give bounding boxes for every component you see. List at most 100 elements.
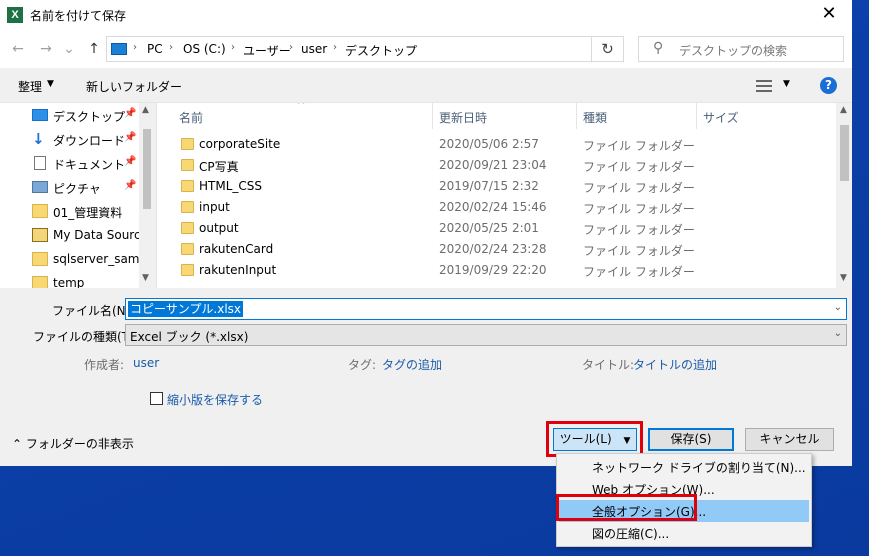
scrollbar-thumb[interactable] xyxy=(840,125,849,181)
filename-label: ファイル名(N): xyxy=(52,304,135,318)
menu-item-compress-pictures[interactable]: 図の圧縮(C)... xyxy=(559,522,809,544)
sidebar-item-label: ダウンロード xyxy=(53,134,126,148)
hide-folders-toggle[interactable]: ⌃ フォルダーの非表示 xyxy=(12,435,134,452)
up-button[interactable]: ↑ xyxy=(84,40,104,60)
sidebar-item-label: ピクチャ xyxy=(53,182,101,196)
sidebar-item-pictures[interactable]: ピクチャ 📌 xyxy=(32,177,155,199)
chevron-down-icon[interactable]: ⌄ xyxy=(834,302,842,313)
download-icon: ↓ xyxy=(32,130,45,148)
cancel-button[interactable]: キャンセル xyxy=(745,428,834,451)
menu-item-map-network-drive[interactable]: ネットワーク ドライブの割り当て(N)... xyxy=(559,456,809,478)
filetype-select[interactable]: Excel ブック (*.xlsx) ⌄ xyxy=(125,324,847,346)
file-list-scrollbar[interactable]: ▲ ▼ xyxy=(836,103,852,288)
sidebar-item-label: 01_管理資料 xyxy=(53,206,123,220)
folder-icon xyxy=(32,252,48,266)
search-input[interactable]: デスクトップの検索 xyxy=(679,42,787,59)
breadcrumb-separator: › xyxy=(333,42,337,53)
hide-folders-label: フォルダーの非表示 xyxy=(25,437,134,451)
filename-value[interactable]: コピーサンプル.xlsx xyxy=(128,301,244,317)
tags-label: タグ: xyxy=(348,358,377,372)
folder-icon xyxy=(181,201,194,213)
breadcrumb-separator: › xyxy=(289,42,293,53)
table-row[interactable]: rakutenInput 2019/09/29 22:20 ファイル フォルダー xyxy=(173,260,833,281)
forward-button[interactable]: → xyxy=(36,40,56,60)
breadcrumb-separator: › xyxy=(169,42,173,53)
sidebar-item-documents[interactable]: ドキュメント 📌 xyxy=(32,153,155,175)
picture-icon xyxy=(32,181,48,193)
desktop-icon xyxy=(32,109,48,121)
scroll-down-icon[interactable]: ▼ xyxy=(142,273,149,283)
help-icon: ? xyxy=(825,78,832,92)
sidebar-item-downloads[interactable]: ↓ ダウンロード 📌 xyxy=(32,129,155,151)
save-button[interactable]: 保存(S) xyxy=(648,428,734,451)
sidebar-item-folder[interactable]: temp xyxy=(32,273,155,288)
caret-down-icon[interactable]: ▼ xyxy=(783,79,790,89)
close-icon: ✕ xyxy=(821,3,837,24)
title-label: タイトル: xyxy=(582,358,635,372)
save-as-dialog: X 名前を付けて保存 ✕ ← → ⌄ ↑ › PC › OS (C:) › ユー… xyxy=(0,0,852,466)
new-folder-button[interactable]: 新しいフォルダー xyxy=(86,78,182,95)
table-row[interactable]: HTML_CSS 2019/07/15 2:32 ファイル フォルダー xyxy=(173,176,833,197)
breadcrumb-users[interactable]: ユーザー xyxy=(243,42,291,59)
breadcrumb-drive[interactable]: OS (C:) xyxy=(183,42,226,56)
help-button[interactable]: ? xyxy=(820,77,837,94)
table-row[interactable]: output 2020/05/25 2:01 ファイル フォルダー xyxy=(173,218,833,239)
column-header-size[interactable]: サイズ xyxy=(697,103,827,129)
pc-icon xyxy=(111,43,127,55)
column-header-type[interactable]: 種類 xyxy=(577,103,697,129)
folder-icon xyxy=(181,138,194,150)
scroll-up-icon[interactable]: ▲ xyxy=(840,105,847,115)
sidebar-item-label: ドキュメント xyxy=(53,158,126,172)
close-button[interactable]: ✕ xyxy=(806,0,852,30)
title-field[interactable]: タイトルの追加 xyxy=(633,356,717,373)
caret-down-icon: ▼ xyxy=(47,79,54,89)
breadcrumb-pc[interactable]: PC xyxy=(147,42,163,56)
author-field[interactable]: user xyxy=(133,356,159,370)
view-options-icon[interactable] xyxy=(756,80,772,92)
save-thumbnail-checkbox[interactable] xyxy=(150,392,163,405)
document-icon xyxy=(34,156,46,170)
recent-locations-button[interactable]: ⌄ xyxy=(62,40,76,60)
chevron-down-icon: ⌄ xyxy=(63,41,75,57)
sidebar-item-folder[interactable]: sqlserver_sample xyxy=(32,249,155,271)
annotation-highlight xyxy=(546,421,643,457)
arrow-right-icon: → xyxy=(40,41,52,57)
scroll-up-icon[interactable]: ▲ xyxy=(142,105,149,115)
filetype-label: ファイルの種類(T): xyxy=(33,330,138,344)
scroll-down-icon[interactable]: ▼ xyxy=(840,273,847,283)
column-header-date[interactable]: 更新日時 xyxy=(433,103,577,129)
search-box[interactable]: ⚲ デスクトップの検索 xyxy=(638,36,844,62)
search-icon: ⚲ xyxy=(653,40,664,56)
save-thumbnail-label[interactable]: 縮小版を保存する xyxy=(167,391,263,408)
address-bar[interactable]: › PC › OS (C:) › ユーザー › user › デスクトップ ▾ xyxy=(106,36,677,62)
breadcrumb-separator: › xyxy=(231,42,235,53)
title-bar: X 名前を付けて保存 ✕ xyxy=(0,0,852,30)
table-row[interactable]: CP写真 2020/09/21 23:04 ファイル フォルダー xyxy=(173,155,833,176)
navigation-bar: ← → ⌄ ↑ › PC › OS (C:) › ユーザー › user › デ… xyxy=(0,30,852,68)
pin-icon: 📌 xyxy=(124,108,137,119)
folder-icon xyxy=(181,222,194,234)
breadcrumb-desktop[interactable]: デスクトップ xyxy=(345,42,417,59)
column-header-name[interactable]: 名前 xyxy=(173,103,433,129)
sidebar-item-folder[interactable]: 01_管理資料 xyxy=(32,201,155,223)
refresh-button[interactable]: ↻ xyxy=(592,36,624,62)
file-list: ^ 名前 更新日時 種類 サイズ corporateSite 2020/05/0… xyxy=(156,102,852,288)
back-button[interactable]: ← xyxy=(8,40,28,60)
table-row[interactable]: input 2020/02/24 15:46 ファイル フォルダー xyxy=(173,197,833,218)
table-row[interactable]: corporateSite 2020/05/06 2:57 ファイル フォルダー xyxy=(173,134,833,155)
pin-icon: 📌 xyxy=(124,180,137,191)
navigation-pane: デスクトップ 📌 ↓ ダウンロード 📌 ドキュメント 📌 ピクチャ 📌 01_管… xyxy=(0,102,155,288)
sidebar-item-label: temp xyxy=(53,276,85,288)
sidebar-item-my-data-sources[interactable]: My Data Sources xyxy=(32,225,155,247)
sidebar-scrollbar[interactable]: ▲ ▼ xyxy=(139,103,155,288)
sidebar-item-desktop[interactable]: デスクトップ 📌 xyxy=(32,105,155,127)
filename-field[interactable]: コピーサンプル.xlsx ⌄ xyxy=(125,298,847,320)
organize-button[interactable]: 整理 xyxy=(18,78,42,95)
table-row[interactable]: rakutenCard 2020/02/24 23:28 ファイル フォルダー xyxy=(173,239,833,260)
chevron-down-icon[interactable]: ⌄ xyxy=(834,328,842,339)
tags-field[interactable]: タグの追加 xyxy=(382,356,442,373)
chevron-up-icon: ⌃ xyxy=(12,437,26,451)
filetype-value: Excel ブック (*.xlsx) xyxy=(130,330,249,344)
breadcrumb-user[interactable]: user xyxy=(301,42,327,56)
scrollbar-thumb[interactable] xyxy=(143,129,151,209)
